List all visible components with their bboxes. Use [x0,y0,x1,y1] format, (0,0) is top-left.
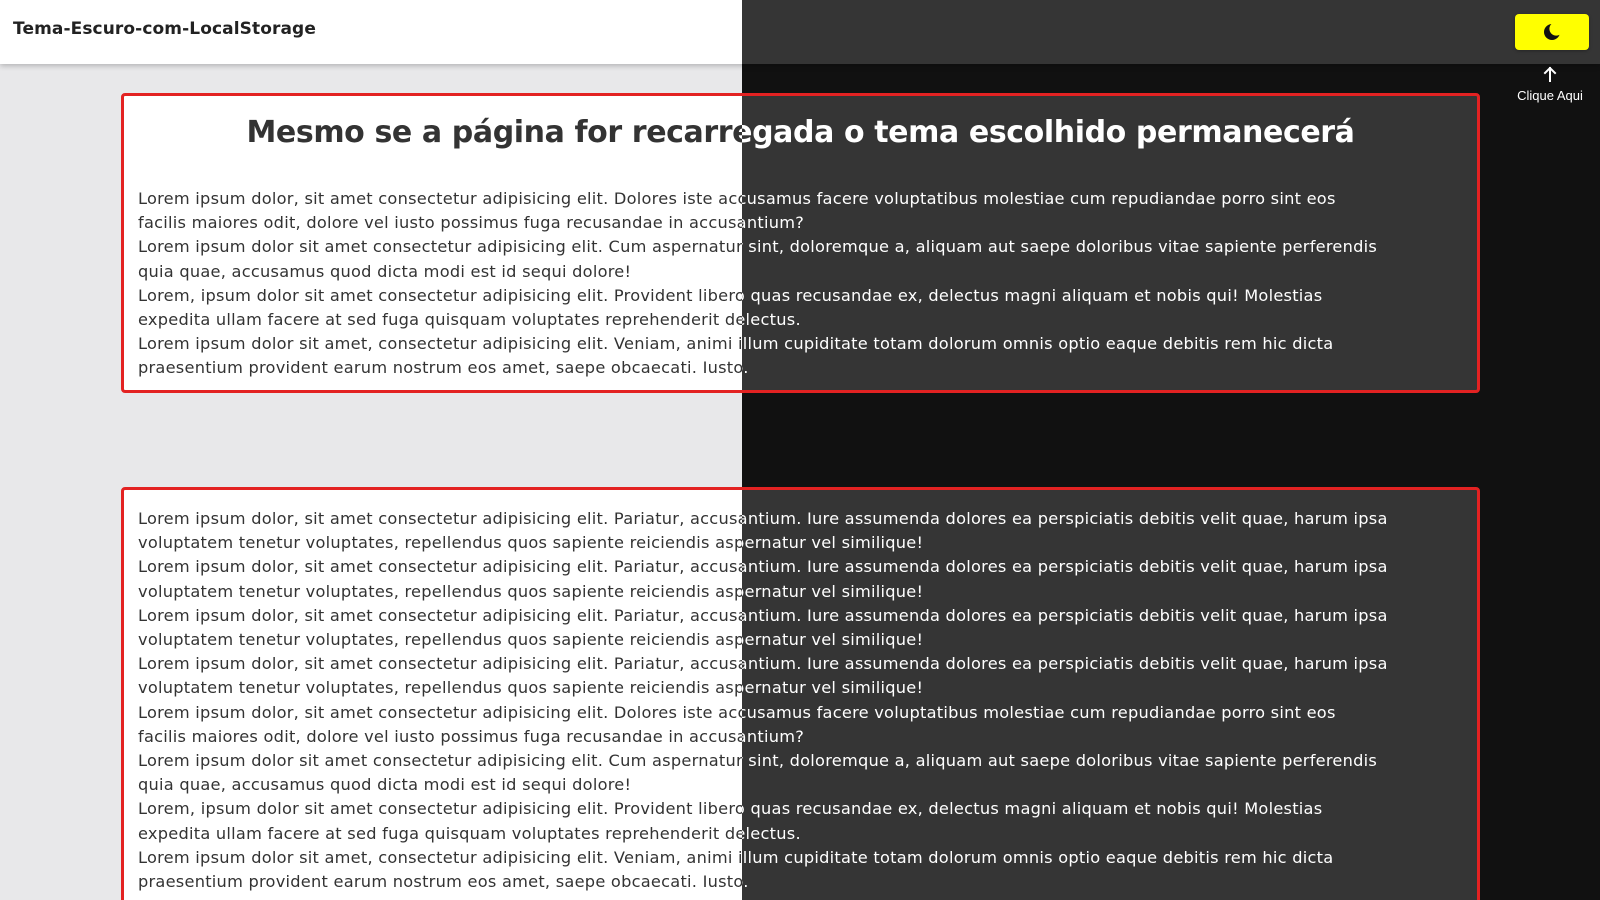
light-theme-preview: Tema-Escuro-com-LocalStorage Mesmo se a … [0,0,742,900]
text-line: Lorem, ipsum dolor sit amet consectetur … [742,285,1323,305]
text-line: Lorem ipsum dolor, sit amet consectetur … [138,605,742,625]
text-line: voluptatem tenetur voluptates, repellend… [742,678,924,698]
text-line: praesentium provident earum nostrum eos … [138,872,742,892]
text-line: quia quae, accusamus quod dicta modi est… [742,773,1467,797]
text-line: Lorem ipsum dolor, sit amet consectetur … [742,509,1388,528]
text-line: expedita ullam facere at sed fuga quisqu… [742,310,801,330]
text-line: voluptatem tenetur voluptates, repellend… [138,630,742,650]
arrow-up-icon [1543,66,1557,82]
text-line: Lorem ipsum dolor, sit amet consectetur … [138,557,742,577]
text-line: Lorem ipsum dolor, sit amet consectetur … [138,189,742,208]
text-line: voluptatem tenetur voluptates, repellend… [138,533,742,553]
text-line: Lorem ipsum dolor sit amet, consectetur … [742,847,1334,867]
text-line: Lorem, ipsum dolor sit amet consectetur … [138,285,742,305]
text-line: Lorem ipsum dolor sit amet, consectetur … [742,334,1334,354]
text-line: voluptatem tenetur voluptates, repellend… [742,533,924,553]
text-line: Lorem ipsum dolor sit amet, consectetur … [138,334,742,354]
text-line: praesentium provident earum nostrum eos … [138,358,742,378]
second-card: Lorem ipsum dolor, sit amet consectetur … [121,487,742,900]
text-line: Lorem ipsum dolor, sit amet consectetur … [138,509,742,528]
text-line: facilis maiores odit, dolore vel iusto p… [138,213,742,233]
moon-icon [1544,22,1562,40]
page-heading: Mesmo se a página for recarregada o tema… [246,115,742,150]
text-line: facilis maiores odit, dolore vel iusto p… [138,726,742,746]
second-card: Lorem ipsum dolor, sit amet consectetur … [742,487,1480,900]
page-heading: Mesmo se a página for recarregada o tema… [742,115,1355,150]
toggle-hint: Clique Aqui [1517,88,1583,103]
text-line: quia quae, accusamus quod dicta modi est… [742,260,1467,284]
text-line: Lorem ipsum dolor, sit amet consectetur … [742,654,1388,674]
header: Tema-Escuro-com-LocalStorage [742,0,1600,64]
text-line: Lorem ipsum dolor sit amet consectetur a… [138,237,742,257]
text-line: Lorem ipsum dolor, sit amet consectetur … [742,557,1388,577]
text-line: Lorem ipsum dolor sit amet, consectetur … [138,847,742,867]
text-line: expedita ullam facere at sed fuga quisqu… [742,823,801,843]
dark-theme-preview: Tema-Escuro-com-LocalStorage Clique Aqui… [742,0,1600,900]
text-line: facilis maiores odit, dolore vel iusto p… [742,726,805,746]
text-line: facilis maiores odit, dolore vel iusto p… [742,213,805,233]
text-line: Lorem ipsum dolor, sit amet consectetur … [742,605,1388,625]
text-line: Lorem ipsum dolor sit amet consectetur a… [742,751,1378,771]
theme-toggle-button[interactable] [1515,14,1589,50]
text-line: Lorem ipsum dolor, sit amet consectetur … [138,654,742,674]
text-line: Lorem, ipsum dolor sit amet consectetur … [138,799,742,819]
second-card-text: Lorem ipsum dolor, sit amet consectetur … [138,507,742,894]
text-line: praesentium provident earum nostrum eos … [742,872,749,892]
main-card-text: Lorem ipsum dolor, sit amet consectetur … [742,187,1467,381]
text-line: voluptatem tenetur voluptates, repellend… [138,581,742,601]
text-line: voluptatem tenetur voluptates, repellend… [742,581,924,601]
main-card: Mesmo se a página for recarregada o tema… [742,93,1480,393]
header: Tema-Escuro-com-LocalStorage [0,0,742,64]
text-line: Lorem ipsum dolor sit amet consectetur a… [138,751,742,771]
text-line: expedita ullam facere at sed fuga quisqu… [138,823,742,843]
text-line: Lorem ipsum dolor sit amet consectetur a… [742,237,1378,257]
app-title: Tema-Escuro-com-LocalStorage [13,19,316,39]
text-line: Lorem, ipsum dolor sit amet consectetur … [742,799,1323,819]
text-line: voluptatem tenetur voluptates, repellend… [742,630,924,650]
second-card-text: Lorem ipsum dolor, sit amet consectetur … [742,507,1467,894]
text-line: quia quae, accusamus quod dicta modi est… [138,261,632,281]
text-line: quia quae, accusamus quod dicta modi est… [138,775,632,795]
text-line: praesentium provident earum nostrum eos … [742,358,749,378]
text-line: voluptatem tenetur voluptates, repellend… [138,678,742,698]
main-card: Mesmo se a página for recarregada o tema… [121,93,742,393]
text-line: Lorem ipsum dolor, sit amet consectetur … [138,702,742,722]
main-card-text: Lorem ipsum dolor, sit amet consectetur … [138,187,742,381]
text-line: expedita ullam facere at sed fuga quisqu… [138,310,742,330]
text-line: Lorem ipsum dolor, sit amet consectetur … [742,702,1336,722]
text-line: Lorem ipsum dolor, sit amet consectetur … [742,189,1336,208]
